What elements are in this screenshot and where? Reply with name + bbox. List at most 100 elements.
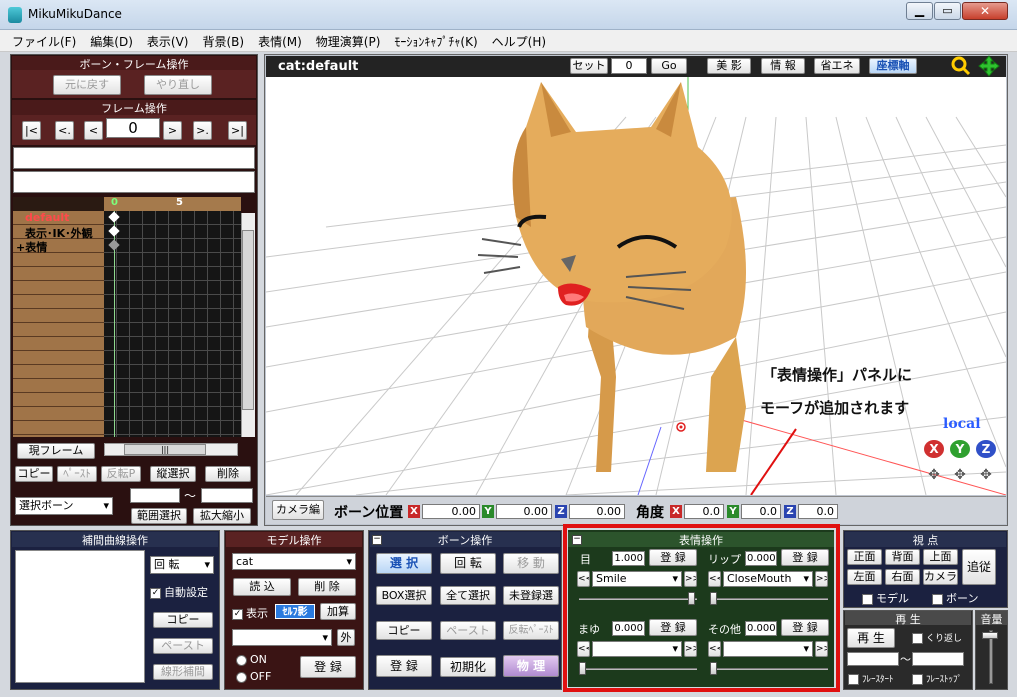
prev-frame-button[interactable]: < (84, 121, 103, 140)
timeline[interactable]: 0 5 default 表示･IK･外観 +表情 (13, 197, 241, 437)
minimize-button[interactable]: ▁ (906, 2, 933, 20)
vertical-select-button[interactable]: 縦選択 (150, 466, 196, 482)
first-frame-button[interactable]: |< (22, 121, 41, 140)
outer-parent-button[interactable]: 外 (337, 629, 355, 646)
menu-view[interactable]: 表示(V) (140, 30, 196, 50)
play-start-input[interactable] (847, 652, 899, 666)
move-z-icon[interactable]: ✥ (976, 467, 996, 485)
menu-facial[interactable]: 表情(M) (251, 30, 309, 50)
delete-frame-button[interactable]: 削除 (205, 466, 251, 482)
range-start-input[interactable] (130, 488, 180, 503)
rotate-z-icon[interactable]: Z (976, 440, 996, 458)
set-frame-input[interactable]: 0 (611, 58, 647, 74)
outer-parent-dropdown[interactable] (232, 629, 332, 646)
facial-op-collapse-icon[interactable]: − (572, 535, 582, 545)
loop-checkbox[interactable]: くり返し (912, 631, 962, 644)
menu-file[interactable]: ファイル(F) (0, 30, 83, 50)
view-follow-button[interactable]: 追従 (962, 549, 996, 585)
bone-copy-button[interactable]: コピー (376, 621, 432, 640)
auto-setting-checkbox[interactable]: ✓ 自動設定 (150, 584, 208, 600)
view-camera-button[interactable]: カメラ (923, 569, 958, 585)
frame-number-input[interactable]: 0 (106, 118, 160, 138)
lip-slider-thumb[interactable] (710, 592, 717, 605)
view-model-checkbox[interactable]: モデル (862, 590, 909, 606)
model-show-checkbox[interactable]: ✓ 表示 (232, 605, 268, 621)
viewport-canvas[interactable]: 「表情操作」パネルに モーフが追加されます local X Y Z ✥ ✥ ✥ (266, 77, 1006, 495)
rotate-y-icon[interactable]: Y (950, 440, 970, 458)
pos-y-input[interactable]: 0.00 (496, 504, 552, 519)
move-view-icon[interactable] (978, 55, 1000, 77)
select-all-button[interactable]: 全て選択 (440, 586, 496, 605)
go-button[interactable]: Go (651, 58, 687, 74)
beauty-shadow-button[interactable]: 美 影 (707, 58, 751, 74)
view-right-button[interactable]: 右面 (885, 569, 920, 585)
bone-reset-button[interactable]: 初期化 (440, 657, 496, 677)
brow-value-input[interactable]: 0.000 (612, 621, 645, 636)
other-slider-thumb[interactable] (710, 662, 717, 675)
angle-y-input[interactable]: 0.0 (741, 504, 781, 519)
bone-op-collapse-icon[interactable]: − (372, 535, 382, 545)
eye-slider-thumb[interactable] (688, 592, 695, 605)
eye-prev-button[interactable]: << (577, 571, 590, 587)
eye-morph-dropdown[interactable]: Smile (592, 571, 682, 587)
camera-edit-button[interactable]: カメラ編 (272, 500, 324, 520)
eye-next-button[interactable]: >> (684, 571, 697, 587)
bone-rotate-button[interactable]: 回 転 (440, 553, 496, 574)
info-button[interactable]: 情 報 (761, 58, 805, 74)
undo-button[interactable]: 元に戻す (53, 75, 121, 95)
brow-next-button[interactable]: >> (684, 641, 697, 657)
brow-slider-track[interactable] (579, 668, 697, 670)
range-end-input[interactable] (201, 488, 253, 503)
model-select-dropdown[interactable]: cat (232, 553, 356, 570)
zoom-icon[interactable] (951, 56, 971, 76)
timeline-row-facial[interactable]: +表情 (16, 239, 47, 255)
lip-register-button[interactable]: 登 録 (781, 549, 829, 566)
self-shadow-button[interactable]: ｾﾙﾌ影 (275, 604, 315, 619)
copy-frame-button[interactable]: コピー (15, 466, 53, 482)
other-register-button[interactable]: 登 録 (781, 619, 829, 636)
lip-slider-track[interactable] (710, 598, 828, 600)
bone-paste-button[interactable]: ペースト (440, 621, 496, 640)
view-left-button[interactable]: 左面 (847, 569, 882, 585)
maximize-button[interactable]: ▭ (934, 2, 961, 20)
redo-button[interactable]: やり直し (144, 75, 212, 95)
play-button[interactable]: 再 生 (847, 628, 895, 648)
view-top-button[interactable]: 上面 (923, 549, 958, 565)
timeline-hscroll-thumb[interactable]: ||| (124, 444, 206, 455)
lip-next-button[interactable]: >> (815, 571, 828, 587)
move-y-icon[interactable]: ✥ (950, 467, 970, 485)
other-value-input[interactable]: 0.000 (745, 621, 777, 636)
eye-slider-track[interactable] (579, 598, 697, 600)
play-end-input[interactable] (912, 652, 964, 666)
other-prev-button[interactable]: << (708, 641, 721, 657)
range-select-button[interactable]: 範囲選択 (131, 508, 187, 524)
other-next-button[interactable]: >> (815, 641, 828, 657)
other-slider-track[interactable] (710, 668, 828, 670)
next-frame-button[interactable]: > (163, 121, 182, 140)
bone-move-button[interactable]: 移 動 (503, 553, 559, 574)
model-add-button[interactable]: 加算 (320, 603, 356, 620)
angle-x-input[interactable]: 0.0 (684, 504, 724, 519)
view-back-button[interactable]: 背面 (885, 549, 920, 565)
eye-register-button[interactable]: 登 録 (649, 549, 697, 566)
interp-rotation-dropdown[interactable]: 回 転 (150, 556, 214, 574)
model-load-button[interactable]: 読 込 (233, 578, 291, 596)
prev-key-button[interactable]: <. (55, 121, 74, 140)
model-register-button[interactable]: 登 録 (300, 656, 356, 678)
box-select-button[interactable]: BOX選択 (376, 586, 432, 605)
unregistered-select-button[interactable]: 未登録選 (503, 586, 559, 605)
view-front-button[interactable]: 正面 (847, 549, 882, 565)
next-key-button[interactable]: >. (193, 121, 212, 140)
model-delete-button[interactable]: 削 除 (298, 578, 356, 596)
interp-curve-box[interactable] (15, 550, 145, 683)
frame-start-checkbox[interactable]: ﾌﾚｰｽﾀｰﾄ (848, 672, 894, 685)
volume-slider-thumb[interactable] (982, 632, 998, 639)
brow-register-button[interactable]: 登 録 (649, 619, 697, 636)
other-morph-dropdown[interactable] (723, 641, 813, 657)
move-x-icon[interactable]: ✥ (924, 467, 944, 485)
menu-motion-capture[interactable]: ﾓｰｼｮﾝｷｬﾌﾟﾁｬ(K) (387, 30, 484, 50)
rotate-x-icon[interactable]: X (924, 440, 944, 458)
timeline-row-default[interactable]: default (25, 211, 69, 224)
bone-select-button[interactable]: 選 択 (376, 553, 432, 574)
menu-physics[interactable]: 物理演算(P) (309, 30, 388, 50)
